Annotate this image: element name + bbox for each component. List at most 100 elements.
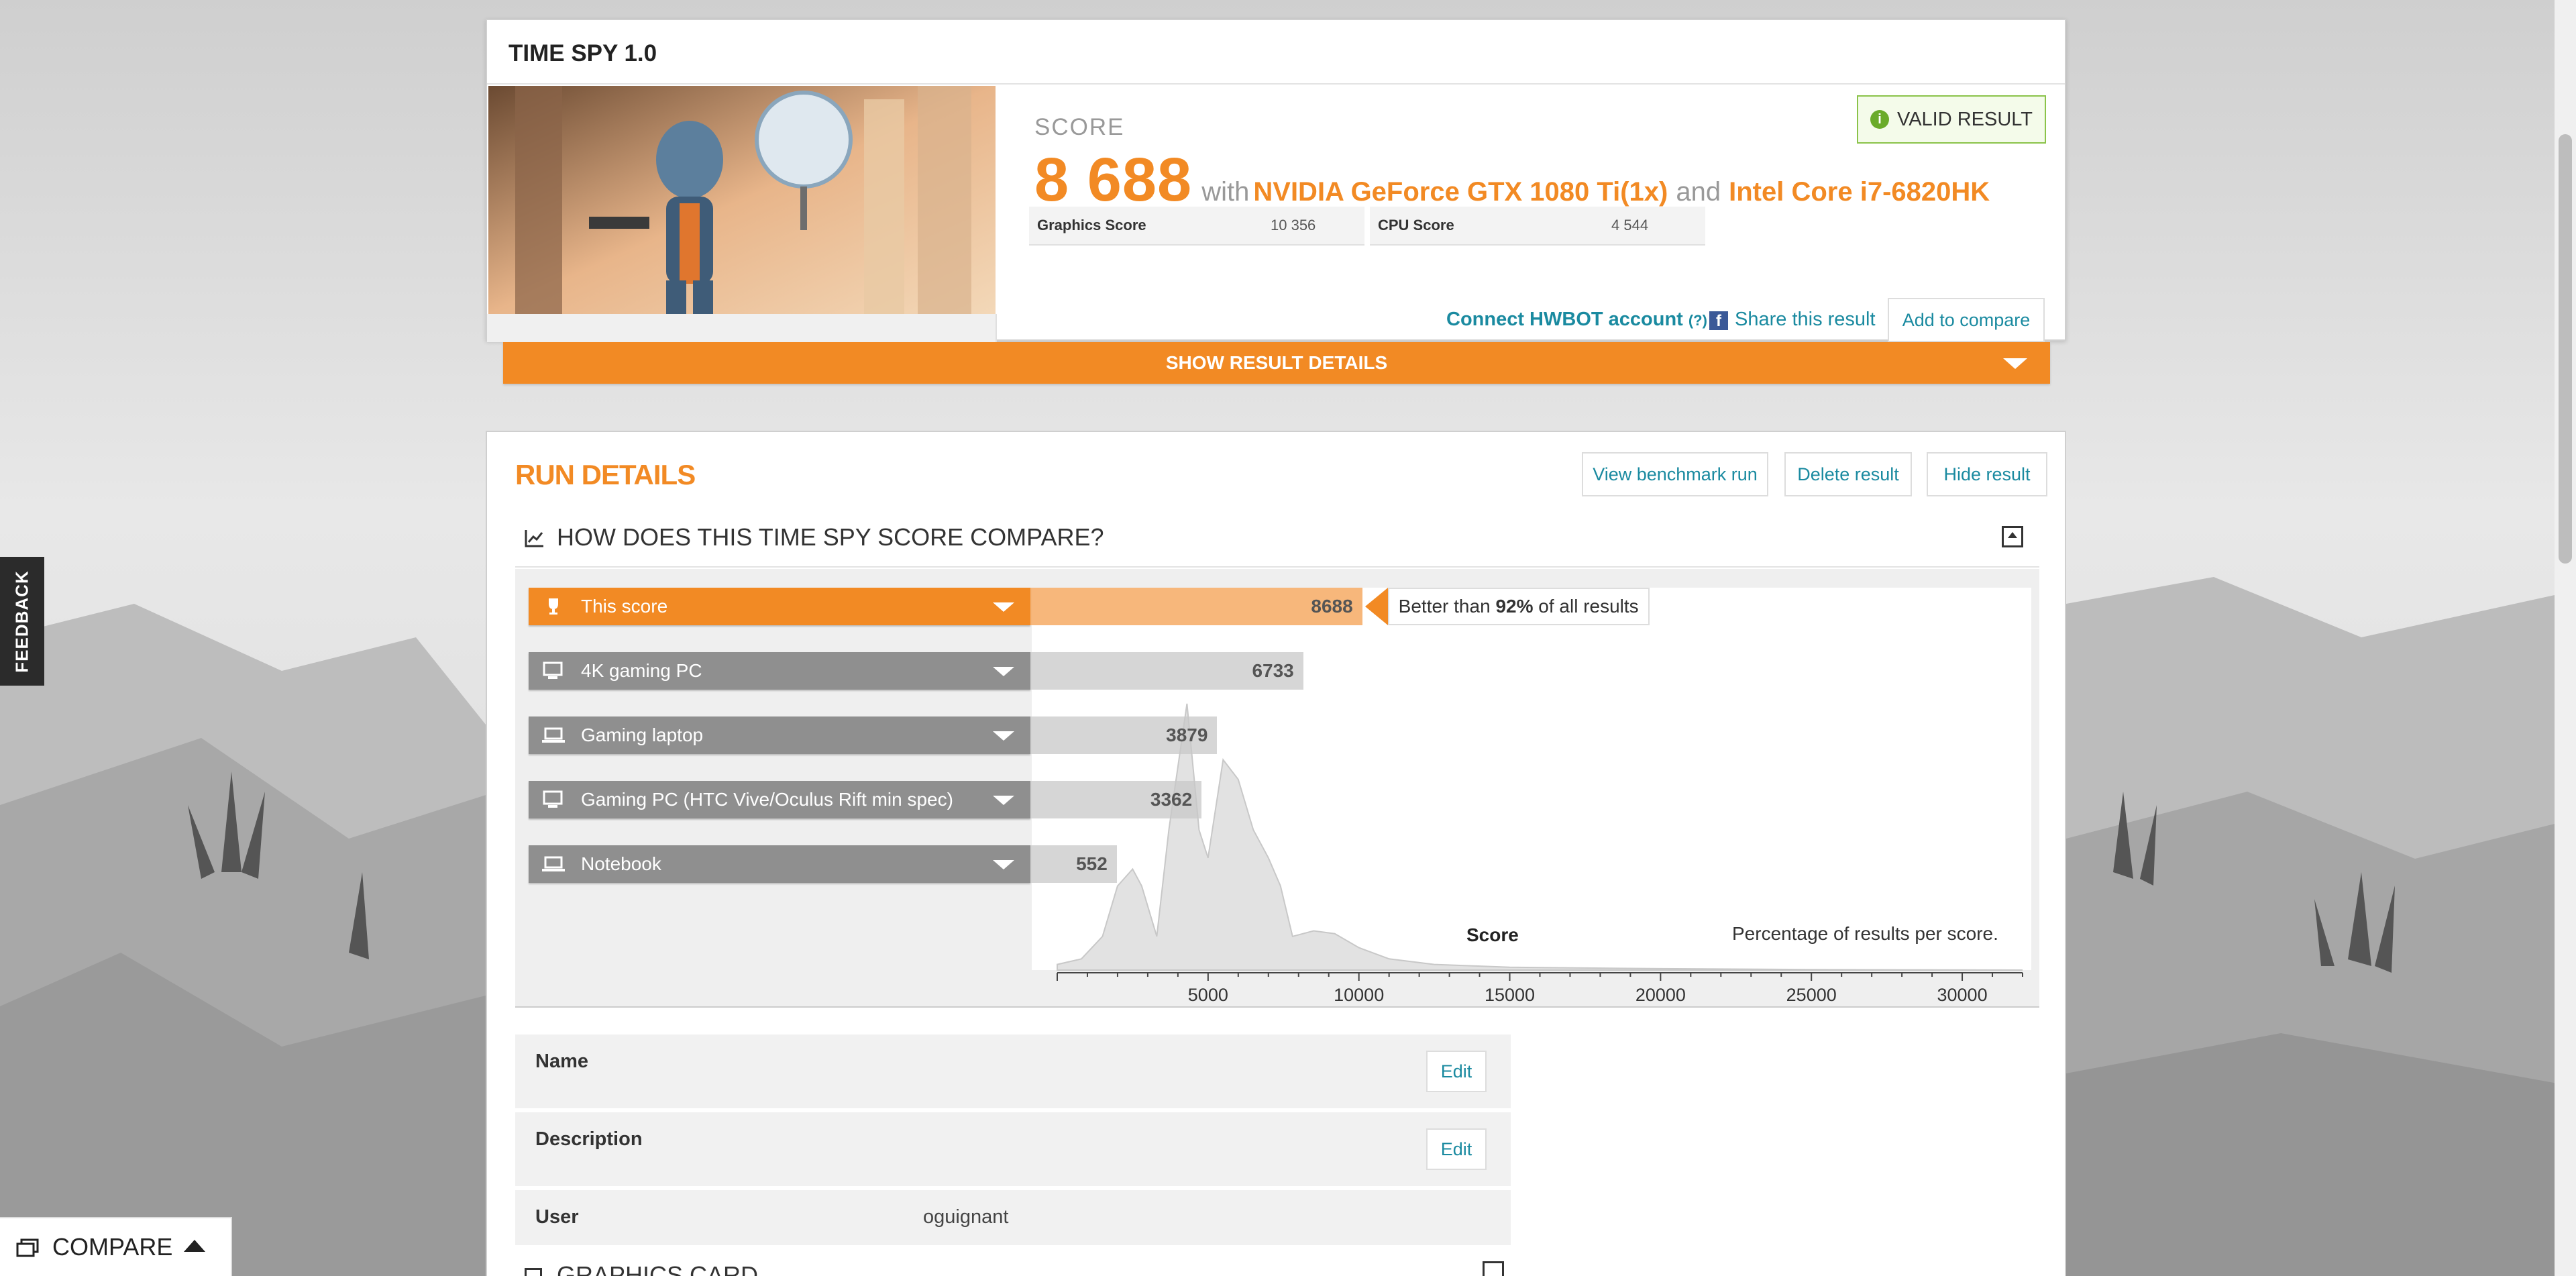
score-label: SCORE xyxy=(1034,114,1125,140)
score-value: 8 688 xyxy=(1034,146,1193,214)
feedback-tab[interactable]: FEEDBACK xyxy=(0,557,44,686)
cpu-score-value: 4 544 xyxy=(1611,217,1649,233)
feedback-label: FEEDBACK xyxy=(11,570,32,673)
better-than-box: Better than 92% of all results xyxy=(1387,588,1650,625)
chevron-down-icon xyxy=(993,796,1014,805)
chevron-down-icon xyxy=(993,602,1014,612)
connect-hwbot-link[interactable]: Connect HWBOT account (?) xyxy=(1446,309,1707,331)
comparison-value: 3362 xyxy=(1150,789,1193,810)
chevron-down-icon xyxy=(2003,358,2027,369)
comparison-value: 3879 xyxy=(1166,725,1208,745)
trophy-icon xyxy=(549,598,558,615)
compare-section-header: HOW DOES THIS TIME SPY SCORE COMPARE? xyxy=(515,507,2039,568)
x-tick-label: 30000 xyxy=(1937,985,1988,1005)
hwbot-label: Connect HWBOT account xyxy=(1446,309,1683,330)
collapse-icon[interactable] xyxy=(2002,526,2023,547)
better-suffix: of all results xyxy=(1538,596,1639,617)
x-tick-label: 15000 xyxy=(1484,985,1536,1005)
chevron-up-icon xyxy=(184,1240,205,1252)
facebook-icon[interactable]: f xyxy=(1709,311,1728,330)
cpu-score: CPU Score 4 544 xyxy=(1370,207,1705,246)
delete-result-button[interactable]: Delete result xyxy=(1784,452,1912,496)
valid-result-label: VALID RESULT xyxy=(1897,108,2033,130)
hide-result-button[interactable]: Hide result xyxy=(1927,452,2047,496)
show-result-details-label: SHOW RESULT DETAILS xyxy=(1165,352,1388,373)
page-content: TIME SPY 1.0 SCORE 8 688 with NVIDIA GeF… xyxy=(484,0,2068,1276)
better-than-pointer xyxy=(1364,588,1388,625)
user-label: User xyxy=(535,1206,579,1228)
user-row: User oguignant xyxy=(515,1190,1511,1245)
graphics-score-value: 10 356 xyxy=(1271,217,1316,233)
score-line: 8 688 with NVIDIA GeForce GTX 1080 Ti(1x) a… xyxy=(1034,145,1990,215)
user-value[interactable]: oguignant xyxy=(923,1206,1008,1228)
show-result-details-button[interactable]: SHOW RESULT DETAILS xyxy=(503,342,2050,384)
share-result-link[interactable]: Share this result xyxy=(1735,309,1876,331)
comparison-value: 6733 xyxy=(1252,660,1294,681)
run-details-title: RUN DETAILS xyxy=(515,459,696,490)
benchmark-title: TIME SPY 1.0 xyxy=(508,40,657,66)
name-label: Name xyxy=(535,1051,588,1072)
with-text: with xyxy=(1201,177,1250,207)
and-text: and xyxy=(1676,177,1721,207)
name-row: Name Edit xyxy=(515,1034,1511,1108)
cpu-name[interactable]: Intel Core i7-6820HK xyxy=(1729,177,1990,207)
comparison-label: This score xyxy=(581,596,668,617)
chart-note: Percentage of results per score. xyxy=(1732,923,1998,944)
edit-name-button[interactable]: Edit xyxy=(1426,1051,1487,1092)
run-details-card: RUN DETAILS View benchmark run Delete re… xyxy=(486,431,2066,1276)
valid-result-badge: i VALID RESULT xyxy=(1857,95,2046,144)
chevron-down-icon xyxy=(993,731,1014,741)
collapse-icon[interactable] xyxy=(1483,1261,1504,1276)
x-axis-title: Score xyxy=(1466,924,1519,945)
chevron-down-icon xyxy=(993,667,1014,676)
desktop-icon xyxy=(543,661,563,679)
comparison-bar: 3879 xyxy=(1030,716,1218,754)
scrollbar[interactable] xyxy=(2555,0,2576,1276)
comparison-bar: 552 xyxy=(1030,845,1117,883)
comparison-selector[interactable]: Gaming PC (HTC Vive/Oculus Rift min spec… xyxy=(529,781,1030,818)
x-tick-label: 20000 xyxy=(1635,985,1686,1005)
graphics-card-icon xyxy=(525,1268,542,1276)
gpu-name[interactable]: NVIDIA GeForce GTX 1080 Ti(1x) xyxy=(1253,177,1668,207)
description-label: Description xyxy=(535,1128,643,1150)
comparison-selector[interactable]: 4K gaming PC xyxy=(529,652,1030,690)
add-to-compare-button[interactable]: Add to compare xyxy=(1888,298,2045,342)
laptop-icon xyxy=(542,856,565,871)
stack-icon xyxy=(16,1238,39,1257)
comparison-chart: This score 8688 4K gaming PC 6733 Gaming lap… xyxy=(515,569,2039,1008)
better-percentage: 92% xyxy=(1495,596,1534,617)
x-tick-label: 10000 xyxy=(1334,985,1385,1005)
comparison-bar: 6733 xyxy=(1030,652,1303,690)
cpu-score-label: CPU Score xyxy=(1378,217,1454,233)
compare-bar[interactable]: COMPARE xyxy=(0,1217,232,1276)
comparison-selector[interactable]: Gaming laptop xyxy=(529,716,1030,754)
line-chart-icon xyxy=(525,530,543,547)
desktop-icon xyxy=(543,790,563,808)
better-prefix: Better than xyxy=(1398,596,1491,617)
graphics-card-title: GRAPHICS CARD xyxy=(557,1261,759,1276)
graphics-score: Graphics Score 10 356 xyxy=(1029,207,1364,246)
chevron-down-icon xyxy=(993,860,1014,869)
graphics-score-label: Graphics Score xyxy=(1037,217,1146,233)
card-divider xyxy=(487,83,2065,85)
description-row: Description Edit xyxy=(515,1112,1511,1186)
scrollbar-thumb[interactable] xyxy=(2559,134,2572,564)
comparison-label: Notebook xyxy=(581,853,661,874)
comparison-value: 552 xyxy=(1076,853,1108,874)
image-footer xyxy=(487,314,997,342)
info-icon: i xyxy=(1870,110,1889,129)
comparison-selector[interactable]: Notebook xyxy=(529,845,1030,883)
result-card: TIME SPY 1.0 SCORE 8 688 with NVIDIA GeF… xyxy=(486,19,2066,342)
comparison-label: 4K gaming PC xyxy=(581,660,702,681)
comparison-bar: 3362 xyxy=(1030,781,1202,818)
x-tick-label: 25000 xyxy=(1786,985,1837,1005)
benchmark-image xyxy=(488,86,996,314)
compare-title: HOW DOES THIS TIME SPY SCORE COMPARE? xyxy=(557,523,1104,551)
comparison-label: Gaming laptop xyxy=(581,725,704,745)
compare-label: COMPARE xyxy=(52,1233,173,1261)
graphics-card-header: GRAPHICS CARD xyxy=(515,1255,1511,1276)
edit-description-button[interactable]: Edit xyxy=(1426,1128,1487,1170)
hwbot-help-link[interactable]: (?) xyxy=(1688,312,1707,329)
view-benchmark-run-button[interactable]: View benchmark run xyxy=(1582,452,1768,496)
comparison-selector[interactable]: This score xyxy=(529,588,1030,625)
